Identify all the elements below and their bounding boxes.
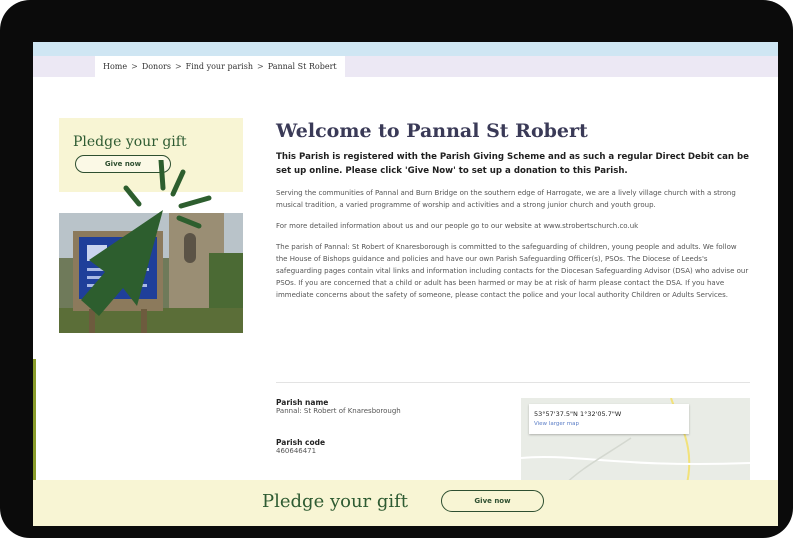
location-map[interactable]: 53°57'37.5"N 1°32'05.7"W View larger map: [521, 398, 750, 488]
page-title: Welcome to Pannal St Robert: [276, 120, 588, 142]
map-info-card: 53°57'37.5"N 1°32'05.7"W View larger map: [529, 404, 689, 434]
device-frame: Home > Donors > Find your parish > Panna…: [0, 0, 793, 538]
footer-pledge-title: Pledge your gift: [262, 491, 409, 512]
section-divider: [276, 382, 750, 383]
footer-give-now-button[interactable]: Give now: [441, 490, 544, 512]
parish-code-label: Parish code: [276, 438, 326, 447]
parish-code-field: Parish code 460646471: [276, 438, 325, 455]
top-banner: [33, 42, 778, 56]
parish-name-field: Parish name Pannal: St Robert of Knaresb…: [276, 398, 401, 415]
paragraph-safeguarding: The parish of Pannal: St Robert of Knare…: [276, 243, 749, 299]
breadcrumb-home[interactable]: Home: [103, 62, 127, 71]
breadcrumb-current: Pannal St Robert: [267, 62, 337, 71]
intro-text: This Parish is registered with the Paris…: [276, 152, 750, 176]
paragraph-website: For more detailed information about us a…: [276, 222, 639, 230]
accent-stripe: [33, 359, 36, 486]
breadcrumb-donors[interactable]: Donors: [142, 62, 171, 71]
parish-code-value: 460646471: [276, 447, 317, 455]
pointer-arrow-icon: [81, 160, 212, 316]
sticky-pledge-footer: Pledge your gift Give now: [33, 480, 778, 526]
breadcrumb: Home > Donors > Find your parish > Panna…: [95, 56, 345, 77]
map-coordinates: 53°57'37.5"N 1°32'05.7"W: [534, 410, 622, 418]
breadcrumb-separator: >: [256, 62, 264, 71]
main-content: Welcome to Pannal St Robert This Parish …: [276, 120, 750, 301]
breadcrumb-separator: >: [131, 62, 138, 71]
paragraph-community: Serving the communities of Pannal and Bu…: [276, 189, 736, 209]
parish-name-value: Pannal: St Robert of Knaresborough: [276, 407, 401, 415]
view-larger-map-link[interactable]: View larger map: [534, 421, 579, 427]
pledge-title: Pledge your gift: [73, 134, 187, 150]
breadcrumb-find-parish[interactable]: Find your parish: [186, 62, 253, 71]
parish-name-label: Parish name: [276, 398, 329, 407]
breadcrumb-separator: >: [174, 62, 182, 71]
browser-viewport: Home > Donors > Find your parish > Panna…: [33, 42, 778, 526]
